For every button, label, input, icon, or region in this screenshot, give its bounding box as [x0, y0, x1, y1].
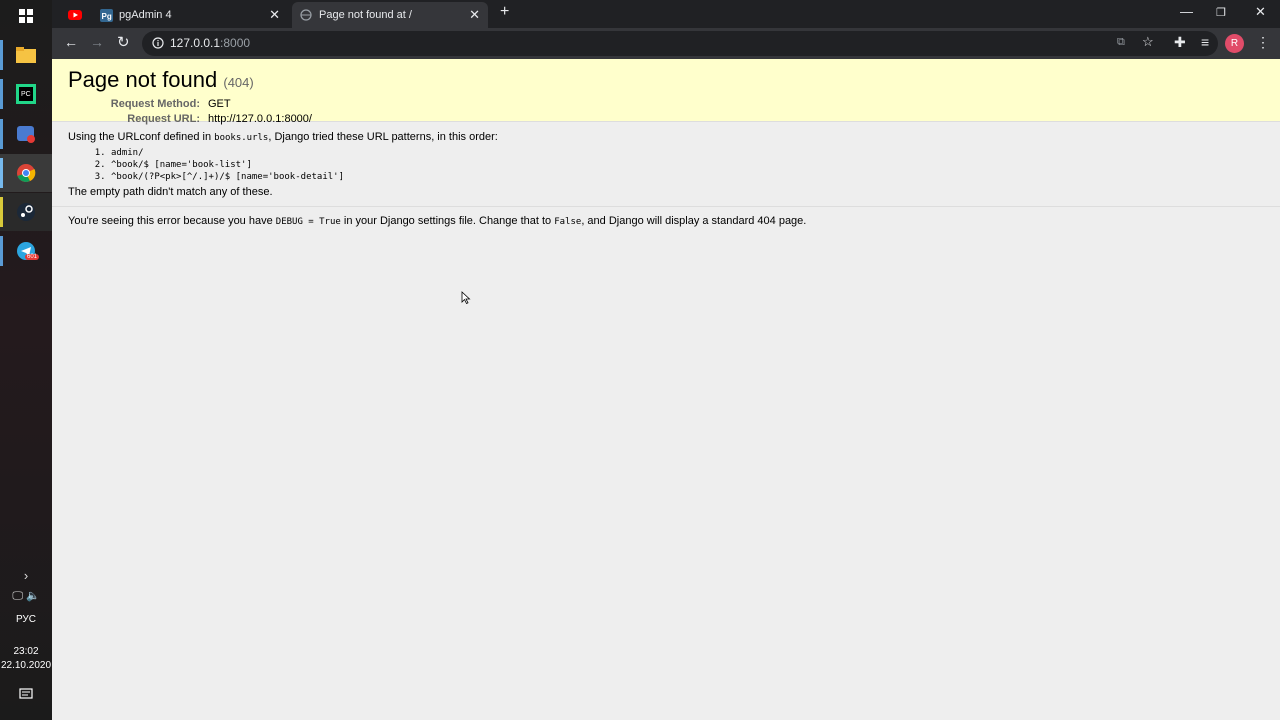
- forward-arrow-icon[interactable]: →: [90, 34, 104, 50]
- site-info-icon[interactable]: [152, 37, 164, 49]
- debug-mid: in your Django settings file. Change tha…: [340, 215, 555, 227]
- url-port: :8000: [220, 36, 251, 50]
- address-bar[interactable]: 127.0.0.1:8000 ⧉ ☆: [142, 31, 1218, 56]
- taskbar-telegram[interactable]: 601: [0, 232, 52, 270]
- url-pattern-item: ^book/$ [name='book-list']: [111, 159, 1264, 171]
- request-url-value: http://127.0.0.1:8000/: [208, 113, 312, 125]
- false-code: False: [554, 217, 582, 227]
- bookmark-star-icon[interactable]: ☆: [1142, 34, 1154, 50]
- no-match-message: The empty path didn't match any of these…: [68, 186, 273, 198]
- steam-icon: [17, 203, 35, 221]
- taskbar-chrome[interactable]: [0, 154, 52, 192]
- tab-youtube[interactable]: [60, 2, 88, 28]
- taskbar-file-explorer[interactable]: [0, 36, 52, 74]
- url-pattern-list: admin/ ^book/$ [name='book-list'] ^book/…: [68, 147, 1264, 183]
- windows-start-button[interactable]: [0, 0, 52, 32]
- windows-logo-icon: [19, 9, 33, 23]
- url-host: 127.0.0.1: [170, 36, 221, 50]
- url-text: 127.0.0.1:8000: [170, 36, 250, 50]
- media-queue-icon[interactable]: ≡: [1201, 34, 1209, 50]
- urlconf-info: Using the URLconf defined in books.urls,…: [52, 122, 1280, 207]
- svg-text:Pg: Pg: [102, 12, 112, 21]
- page-title: Page not found (404): [68, 67, 1264, 93]
- volume-icon[interactable]: 🔈: [26, 590, 40, 602]
- debug-prefix: You're seeing this error because you hav…: [68, 215, 276, 227]
- minimize-icon[interactable]: —: [1180, 4, 1193, 19]
- url-pattern-item: ^book/(?P<pk>[^/.]+)/$ [name='book-detai…: [111, 171, 1264, 183]
- reload-icon[interactable]: ↻: [117, 33, 130, 51]
- new-tab-plus-icon[interactable]: +: [500, 3, 509, 21]
- action-center-button[interactable]: [0, 688, 52, 705]
- pgadmin-icon: Pg: [100, 8, 113, 22]
- clock-date[interactable]: 22.10.2020: [0, 660, 52, 671]
- tab-pgadmin[interactable]: Pg pgAdmin 4 ✕: [92, 2, 288, 28]
- tab-title: pgAdmin 4: [119, 9, 172, 21]
- debug-message: You're seeing this error because you hav…: [68, 215, 1264, 227]
- debug-explanation: You're seeing this error because you hav…: [52, 207, 1280, 235]
- browser-tab-strip: Pg pgAdmin 4 ✕ Page not found at / ✕ + —…: [52, 0, 1280, 28]
- request-method-label: Request Method:: [110, 98, 200, 110]
- taskbar-steam[interactable]: [0, 193, 52, 231]
- url-pattern-item: admin/: [111, 147, 1264, 159]
- urlconf-description: Using the URLconf defined in books.urls,…: [68, 131, 1264, 143]
- chrome-menu-icon[interactable]: ⋮: [1256, 34, 1270, 51]
- status-code: (404): [223, 75, 254, 90]
- folder-icon: [16, 47, 36, 63]
- request-method-value: GET: [208, 98, 231, 110]
- close-tab-icon[interactable]: ✕: [469, 7, 480, 23]
- restore-icon[interactable]: ❐: [1216, 6, 1226, 19]
- notification-icon: [19, 688, 33, 699]
- chrome-icon: [17, 164, 36, 182]
- tab-title: Page not found at /: [319, 9, 412, 21]
- request-method-row: Request Method: GET: [68, 97, 1264, 112]
- page-content: Page not found (404) Request Method: GET…: [52, 59, 1280, 720]
- debug-setting-code: DEBUG = True: [275, 217, 341, 227]
- globe-icon: [300, 9, 312, 21]
- telegram-unread-badge: 601: [25, 254, 40, 260]
- error-summary: Page not found (404) Request Method: GET…: [52, 59, 1280, 125]
- youtube-icon: [68, 10, 82, 20]
- urlconf-suffix: , Django tried these URL patterns, in th…: [268, 131, 498, 143]
- taskbar-media-app[interactable]: [0, 115, 52, 153]
- profile-avatar[interactable]: R: [1225, 34, 1244, 53]
- extensions-puzzle-icon[interactable]: ✚: [1174, 34, 1186, 51]
- request-url-label: Request URL:: [127, 113, 200, 125]
- taskbar-pycharm[interactable]: PC: [0, 75, 52, 113]
- close-tab-icon[interactable]: ✕: [269, 7, 280, 23]
- urlconf-module: books.urls: [214, 133, 269, 143]
- show-hidden-icons-chevron-icon[interactable]: ›: [0, 568, 52, 583]
- window-close-icon[interactable]: ✕: [1255, 4, 1266, 20]
- debug-suffix: , and Django will display a standard 404…: [581, 215, 807, 227]
- mouse-cursor-icon: [461, 291, 471, 305]
- media-app-icon: [17, 126, 35, 143]
- input-language[interactable]: РУС: [0, 614, 52, 625]
- clock-time[interactable]: 23:02: [0, 646, 52, 657]
- translate-icon[interactable]: ⧉: [1117, 36, 1125, 49]
- page-title-text: Page not found: [68, 67, 218, 92]
- taskbar: PC 601 › 🖵 🔈 РУС 23:02 22.10.2020: [0, 0, 52, 720]
- urlconf-prefix: Using the URLconf defined in: [68, 131, 215, 143]
- network-icon[interactable]: 🖵: [12, 590, 23, 602]
- pycharm-icon: PC: [16, 84, 36, 104]
- svg-text:PC: PC: [21, 91, 31, 98]
- browser-toolbar: ← → ↻ 127.0.0.1:8000 ⧉ ☆ ✚ ≡ R ⋮: [52, 28, 1280, 59]
- tab-page-not-found[interactable]: Page not found at / ✕: [292, 2, 488, 28]
- back-arrow-icon[interactable]: ←: [64, 34, 78, 50]
